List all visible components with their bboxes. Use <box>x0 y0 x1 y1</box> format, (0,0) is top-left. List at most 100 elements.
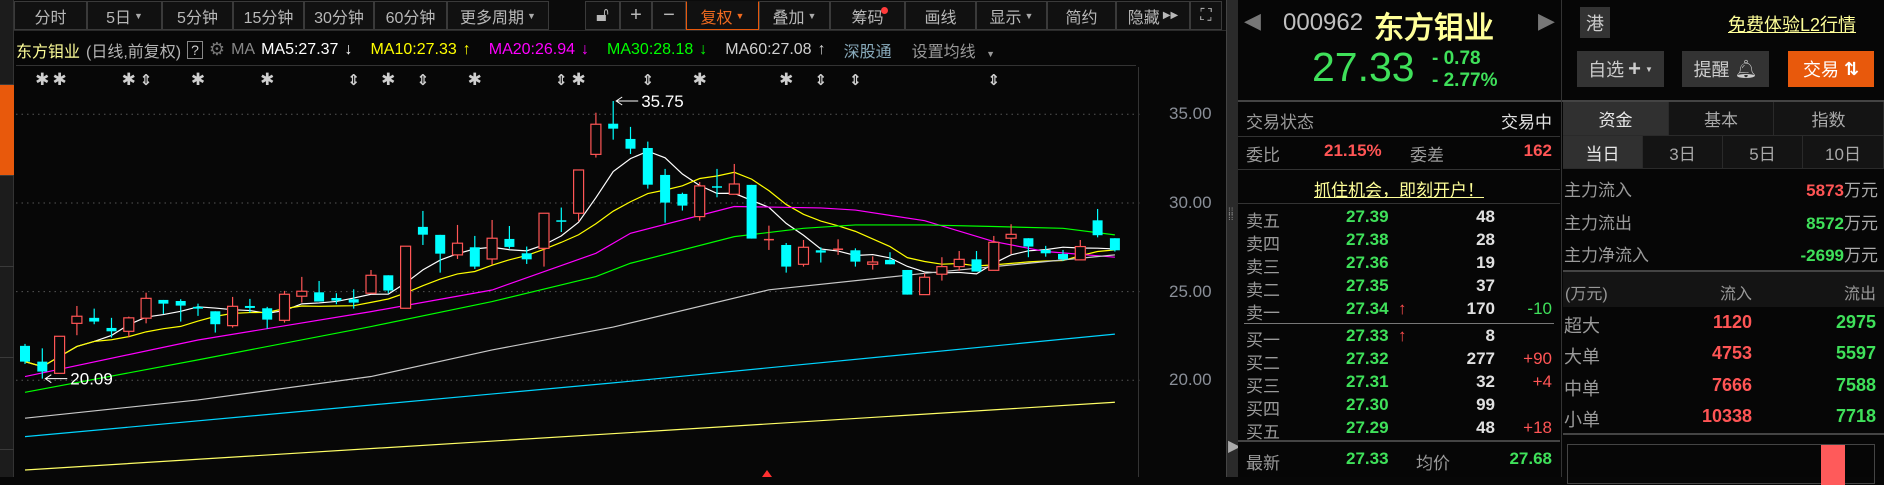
candle-body <box>278 293 291 321</box>
level-label: 买一 <box>1246 331 1280 350</box>
candle-body <box>365 274 377 294</box>
period-tab-3[interactable]: 10日 <box>1803 136 1884 169</box>
add-watchlist-button[interactable]: 自选 + ▼ <box>1577 51 1664 87</box>
period-tab-1[interactable]: 3日 <box>1643 136 1723 169</box>
y-tick-label: 35.00 <box>1169 104 1212 124</box>
trade-button[interactable]: 交易 ⇅ <box>1788 51 1874 87</box>
up-arrow-icon: ↑ <box>1398 326 1407 345</box>
candle-body <box>885 259 895 265</box>
drag-handle-icon[interactable]: ⁞⁞ ⁞⁞ <box>1228 208 1234 223</box>
divider <box>1238 136 1560 137</box>
unit-header: (万元) <box>1565 286 1608 303</box>
bid-row[interactable]: 买五 27.29 48 +18 <box>1238 418 1560 442</box>
level-price: 27.31 <box>1346 372 1389 391</box>
ask-row[interactable]: 卖二 27.35 37 <box>1238 276 1560 300</box>
signal-star-icon[interactable]: ✱ <box>122 70 136 90</box>
outflow-value: 7718 <box>1835 405 1876 426</box>
divider <box>1238 169 1560 170</box>
level-label: 卖三 <box>1246 258 1280 277</box>
signal-star-icon[interactable]: ✱ <box>468 70 482 90</box>
level-label: 卖五 <box>1246 212 1280 231</box>
level-volume: 19 <box>1476 253 1495 272</box>
candle-body <box>210 311 221 325</box>
level-price: 27.38 <box>1346 230 1389 249</box>
candle-body <box>20 345 30 362</box>
candle-body <box>244 305 255 308</box>
signal-star-icon[interactable]: ✱ <box>35 70 49 90</box>
fullscreen-icon[interactable]: ⛶ <box>1190 1 1222 30</box>
price-annotation: 35.75 <box>641 92 684 111</box>
candle-body <box>521 253 532 260</box>
level-label: 买二 <box>1246 354 1280 373</box>
ma-long-5-line <box>24 333 1115 438</box>
flow-value: -2699万元 <box>1801 241 1878 266</box>
open-account-link[interactable]: 抓住机会，即刻开户！ <box>1238 176 1560 201</box>
fund-tab-1[interactable]: 基本 <box>1669 102 1774 136</box>
level-price: 27.35 <box>1346 276 1389 295</box>
signal-star-icon[interactable]: ✱ <box>381 70 395 90</box>
event-marker-icon[interactable] <box>762 470 772 477</box>
candle-body <box>435 234 446 254</box>
ma5-line <box>24 150 1115 368</box>
signal-star-icon[interactable]: ✱ <box>191 70 205 90</box>
chevron-down-icon: ▼ <box>1644 64 1653 74</box>
period-tab-2[interactable]: 5日 <box>1723 136 1803 169</box>
candlestick-chart[interactable]: 35.7520.09✱ ✱ ✱ ⇕ ✱ ✱ ⇕ ✱ ⇕ ✱ ⇕ ✱ ⇕ ✱ ✱ ⇕ ⇕ ⇕ <box>0 0 1140 477</box>
bid-row[interactable]: 买三 27.31 32 +4 <box>1238 372 1560 396</box>
candle-body <box>694 185 706 218</box>
bid-row[interactable]: 买一 27.33 ↑ 8 <box>1238 326 1560 350</box>
level-price: 27.30 <box>1346 395 1389 414</box>
signal-updown-icon[interactable]: ⇕ <box>849 71 862 89</box>
ma-long-6-line <box>24 401 1115 471</box>
ma10-line <box>24 171 1115 368</box>
level-price: 27.39 <box>1346 207 1389 226</box>
candle-body <box>383 275 394 291</box>
signal-updown-icon[interactable]: ⇕ <box>140 71 153 89</box>
candle-body <box>572 169 585 214</box>
alert-button[interactable]: 提醒 🔔︎ <box>1682 51 1769 87</box>
period-tab-0[interactable]: 当日 <box>1563 136 1643 169</box>
fund-table-row: 小单 10338 7718 <box>1564 406 1878 432</box>
signal-star-icon[interactable]: ✱ <box>693 70 707 90</box>
hk-badge[interactable]: 港 <box>1580 7 1610 38</box>
bid-row[interactable]: 买四 27.30 99 <box>1238 395 1560 419</box>
signal-updown-icon[interactable]: ⇕ <box>555 71 568 89</box>
ask-row[interactable]: 卖三 27.36 19 <box>1238 253 1560 277</box>
level-price: 27.33 <box>1346 326 1389 345</box>
candle-body <box>106 327 117 332</box>
fund-tab-2[interactable]: 指数 <box>1774 102 1884 136</box>
fund-tab-0[interactable]: 资金 <box>1563 102 1669 136</box>
ask-row[interactable]: 卖五 27.39 48 <box>1238 207 1560 231</box>
flow-value: 8572万元 <box>1806 209 1878 234</box>
candle-body <box>677 193 688 206</box>
candle-body <box>486 237 498 260</box>
ask-row[interactable]: 卖一 27.34 ↑ 170 -10 <box>1238 299 1560 323</box>
signal-star-icon[interactable]: ✱ <box>571 70 585 90</box>
candle-body <box>262 308 273 320</box>
up-arrow-icon: ↑ <box>1398 299 1407 318</box>
divider <box>1238 203 1560 204</box>
bell-icon: 🔔︎ <box>1734 58 1758 79</box>
signal-star-icon[interactable]: ✱ <box>52 70 66 90</box>
avg-label: 均价 <box>1416 454 1450 473</box>
ask-row[interactable]: 卖四 27.38 28 <box>1238 230 1560 254</box>
signal-updown-icon[interactable]: ⇕ <box>815 71 828 89</box>
ratio-label: 委比 <box>1246 146 1280 165</box>
signal-updown-icon[interactable]: ⇕ <box>642 71 655 89</box>
bid-row[interactable]: 买二 27.32 277 +90 <box>1238 349 1560 373</box>
candle-body <box>971 259 982 272</box>
signal-updown-icon[interactable]: ⇕ <box>988 71 1001 89</box>
signal-star-icon[interactable]: ✱ <box>779 70 793 90</box>
signal-star-icon[interactable]: ✱ <box>260 70 274 90</box>
level-label: 卖四 <box>1246 235 1280 254</box>
flow-label: 主力流入 <box>1564 181 1632 200</box>
panel-splitter[interactable]: ⁞⁞ ⁞⁞ ▶ <box>1226 0 1240 477</box>
candle-body <box>988 241 1000 271</box>
level-change: +90 <box>1523 349 1552 368</box>
watch-label: 自选 <box>1588 60 1625 80</box>
fund-table-row: 中单 7666 7588 <box>1564 375 1878 401</box>
flow-bar-chart <box>1567 444 1875 485</box>
l2-trial-link[interactable]: 免费体验L2行情 <box>1728 11 1856 37</box>
signal-updown-icon[interactable]: ⇕ <box>417 71 430 89</box>
signal-updown-icon[interactable]: ⇕ <box>347 71 360 89</box>
